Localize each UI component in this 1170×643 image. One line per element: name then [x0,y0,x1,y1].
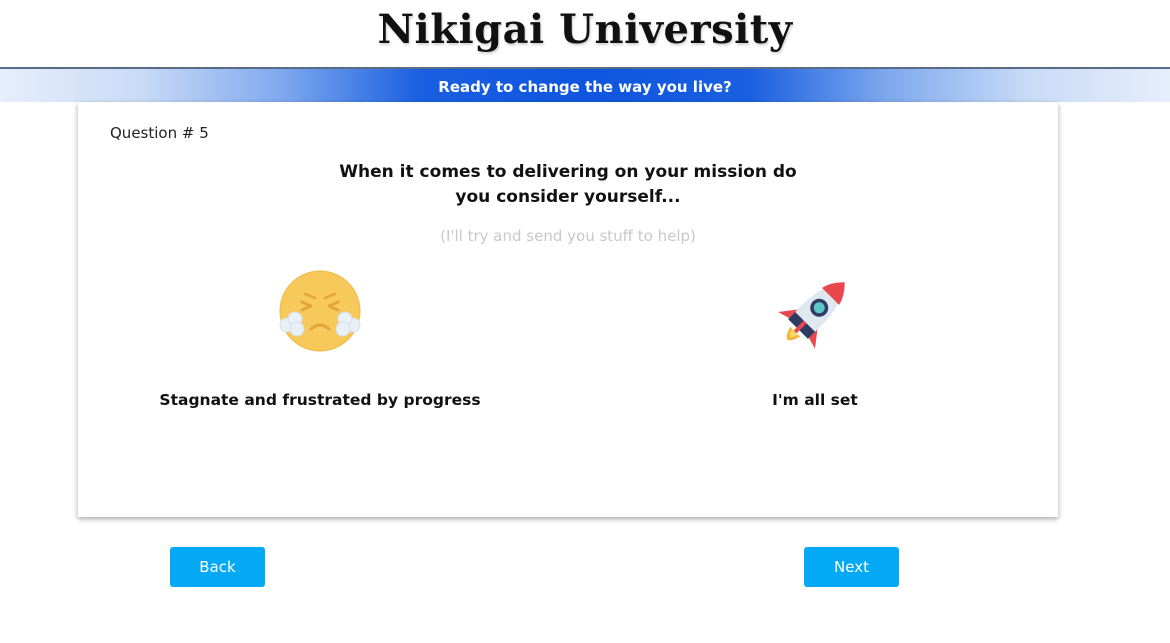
question-text: When it comes to delivering on your miss… [339,162,797,207]
rocket-icon [770,267,860,357]
option-stagnate[interactable]: Stagnate and frustrated by progress [150,267,490,417]
option-all-set[interactable]: I'm all set [645,267,985,417]
next-button[interactable]: Next [804,547,899,587]
option-label-stagnate: Stagnate and frustrated by progress [159,391,481,409]
question-card: Question # 5 When it comes to delivering… [78,102,1058,517]
site-header: Nikigai University [0,0,1170,67]
tagline-banner: Ready to change the way you live? [0,67,1170,102]
question-hint: (I'll try and send you stuff to help) [440,227,696,245]
question-number: Question # 5 [110,124,209,142]
back-button[interactable]: Back [170,547,265,587]
frustrated-face-icon [275,267,365,357]
option-label-all-set: I'm all set [772,391,858,409]
banner-text: Ready to change the way you live? [438,78,732,96]
site-title: Nikigai University [377,6,793,53]
